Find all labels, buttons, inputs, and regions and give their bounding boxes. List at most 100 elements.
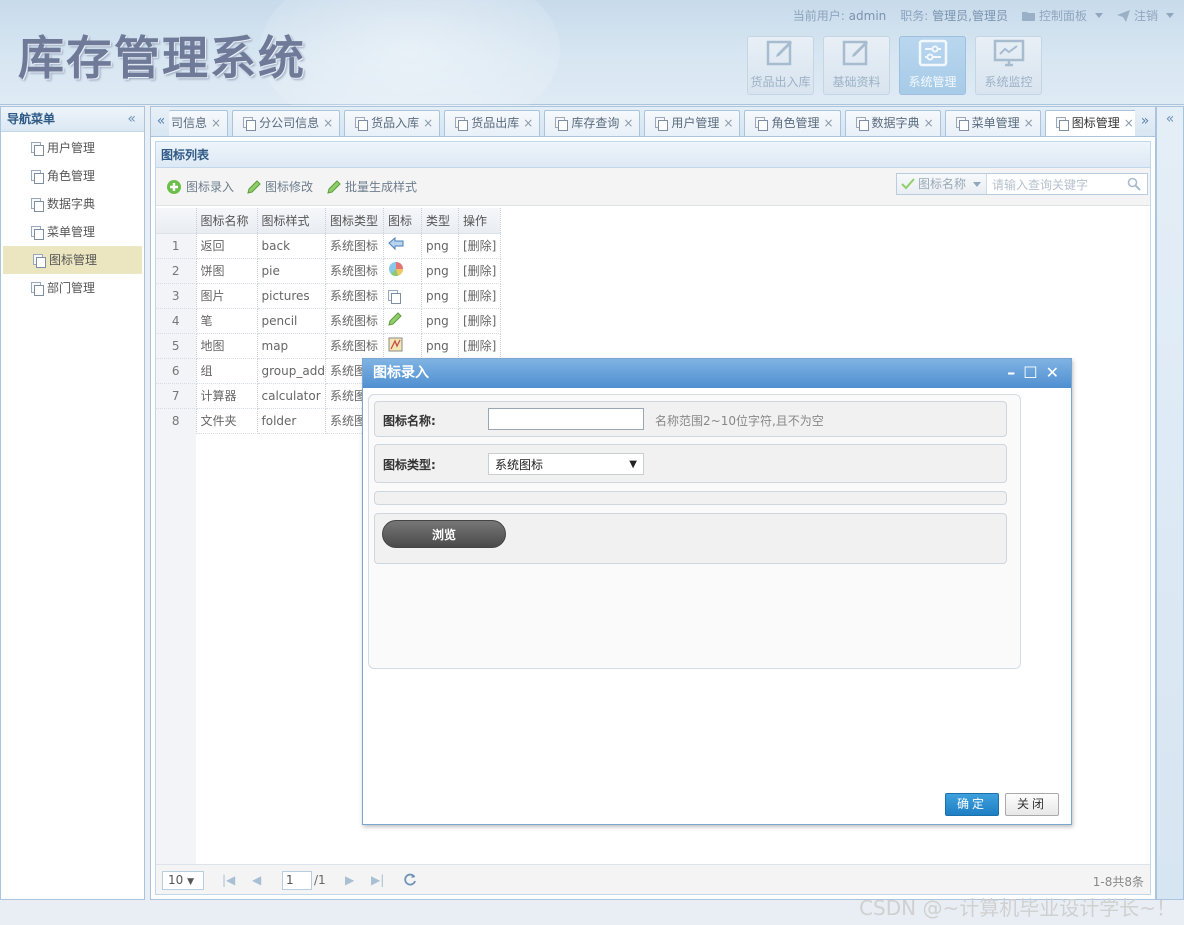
close-button[interactable]: 关闭 [1005,793,1059,816]
delete-link[interactable]: [删除] [458,308,501,334]
col-header[interactable]: 类型 [421,208,459,234]
close-icon[interactable]: × [423,116,433,130]
module-buttons: 货品出入库 基础资料 系统管理 系统监控 [747,36,1042,95]
tab-icon-mgmt[interactable]: 图标管理 × [1044,110,1141,136]
col-header[interactable]: 图标名称 [196,208,258,234]
cell-icon [383,308,422,334]
module-button-system-admin[interactable]: 系统管理 [899,36,966,95]
add-icon-button[interactable]: 图标录入 [166,178,234,195]
cell-type: 系统图标 [325,333,384,359]
module-button-goods-io[interactable]: 货品出入库 [747,36,814,95]
search-field-label: 图标名称 [918,177,967,191]
close-icon[interactable]: × [623,116,633,130]
next-page-icon[interactable]: ▶ [345,873,354,887]
pages-icon [31,226,44,240]
sidebar-title-text: 导航菜单 [7,112,56,126]
close-icon[interactable]: × [211,116,221,130]
tab-goods-in[interactable]: 货品入库 × [344,110,441,136]
add-icon [167,179,181,194]
maximize-icon[interactable]: ☐ [1023,364,1037,382]
last-page-icon[interactable]: ▶| [371,873,384,887]
name-label: 图标名称: [383,414,436,428]
cell-icon [383,333,422,359]
tab-scroll-left-icon[interactable]: « [151,107,171,136]
cell-type: 系统图标 [325,258,384,284]
delete-link[interactable]: [删除] [458,333,501,359]
control-panel-menu[interactable]: 控制面板 [1021,7,1103,24]
table-row[interactable]: 1 返回 back 系统图标 png [删除] [156,233,501,259]
sidebar-item-user-mgmt[interactable]: 用户管理 [1,134,144,162]
search-field-select[interactable]: 图标名称 [897,174,987,194]
pages-icon [355,117,369,131]
prev-page-icon[interactable]: ◀ [252,873,261,887]
module-button-basic-data[interactable]: 基础资料 [823,36,890,95]
first-page-icon[interactable]: |◀ [222,873,235,887]
col-header[interactable]: 图标 [383,208,422,234]
pages-icon [1055,117,1069,131]
sidebar-item-dept-mgmt[interactable]: 部门管理 [1,274,144,302]
refresh-icon[interactable] [403,873,417,887]
pages-icon [33,254,46,268]
col-header[interactable]: 操作 [458,208,501,234]
tab-goods-out[interactable]: 货品出库 × [444,110,541,136]
type-label: 图标类型: [383,458,436,472]
icon-type-value: 系统图标 [495,458,544,472]
confirm-button[interactable]: 确定 [945,793,999,816]
close-icon[interactable]: × [523,116,533,130]
edit-icon-button[interactable]: 图标修改 [247,178,313,195]
pages-icon [955,117,969,131]
tab-menu-mgmt[interactable]: 菜单管理 × [944,110,1041,136]
close-icon[interactable]: ✕ [1046,364,1059,382]
tab-label: 分公司信息 [259,116,320,130]
sidebar-item-dictionary[interactable]: 数据字典 [1,190,144,218]
rownum-column-fill [156,432,196,864]
tab-stock-query[interactable]: 库存查询 × [544,110,641,136]
search-icon[interactable] [1127,177,1141,191]
tab-role-mgmt[interactable]: 角色管理 × [744,110,841,136]
close-icon[interactable]: × [1024,116,1034,130]
sidebar-item-role-mgmt[interactable]: 角色管理 [1,162,144,190]
tab-subsidiary-info[interactable]: 分公司信息 × [232,110,341,136]
icon-type-select[interactable]: 系统图标 ▼ [488,453,644,475]
tabs: 司信息 × 分公司信息 × 货品入库 × 货品出库 × 库存查询 × 用户管理 × 角色管理… [169,110,1141,136]
cell-style: group_add [257,358,326,384]
collapse-left-icon[interactable]: « [127,107,136,132]
col-header[interactable]: 图标类型 [325,208,384,234]
page-size-value: 10 [168,873,184,887]
sidebar-item-menu-mgmt[interactable]: 菜单管理 [1,218,144,246]
right-panel-collapse-icon[interactable]: « [1156,106,1184,900]
browse-button[interactable]: 浏览 [382,520,506,548]
close-icon[interactable]: × [323,116,333,130]
page-number-input[interactable]: 1 [282,871,312,890]
page-size-select[interactable]: 10 ▼ [162,871,204,890]
batch-style-button[interactable]: 批量生成样式 [327,178,417,195]
table-row[interactable]: 2 饼图 pie 系统图标 png [删除] [156,258,501,284]
table-row[interactable]: 4 笔 pencil 系统图标 png [删除] [156,308,501,334]
table-row[interactable]: 5 地图 map 系统图标 png [删除] [156,333,501,359]
close-icon[interactable]: × [823,116,833,130]
close-icon[interactable]: × [723,116,733,130]
tab-scroll-right-icon[interactable]: » [1135,107,1155,136]
close-icon[interactable]: × [1124,116,1134,130]
row-number: 8 [156,408,197,434]
watermark: CSDN @~计算机毕业设计学长~！ [859,896,1176,920]
tab-branch-info-partial[interactable]: 司信息 × [169,110,229,136]
sidebar-item-icon-mgmt[interactable]: 图标管理 [3,246,142,274]
send-icon [1116,9,1130,22]
tab-user-mgmt[interactable]: 用户管理 × [644,110,741,136]
table-row[interactable]: 3 图片 pictures 系统图标 png [删除] [156,283,501,309]
cell-type: 系统图标 [325,233,384,259]
module-button-monitor[interactable]: 系统监控 [975,36,1042,95]
tab-dictionary[interactable]: 数据字典 × [844,110,941,136]
delete-link[interactable]: [删除] [458,283,501,309]
edit-button-label: 图标修改 [265,180,314,194]
col-header[interactable]: 图标样式 [257,208,326,234]
delete-link[interactable]: [删除] [458,258,501,284]
close-icon[interactable]: × [924,116,934,130]
search-input[interactable]: 请输入查询关键字 [987,176,1127,193]
dialog-form: 图标名称: 名称范围2~10位字符,且不为空 图标类型: 系统图标 ▼ 浏览 [368,394,1021,669]
logout-menu[interactable]: 注销 [1116,7,1174,24]
delete-link[interactable]: [删除] [458,233,501,259]
icon-name-input[interactable] [488,408,644,430]
minimize-icon[interactable]: – [1007,364,1015,382]
